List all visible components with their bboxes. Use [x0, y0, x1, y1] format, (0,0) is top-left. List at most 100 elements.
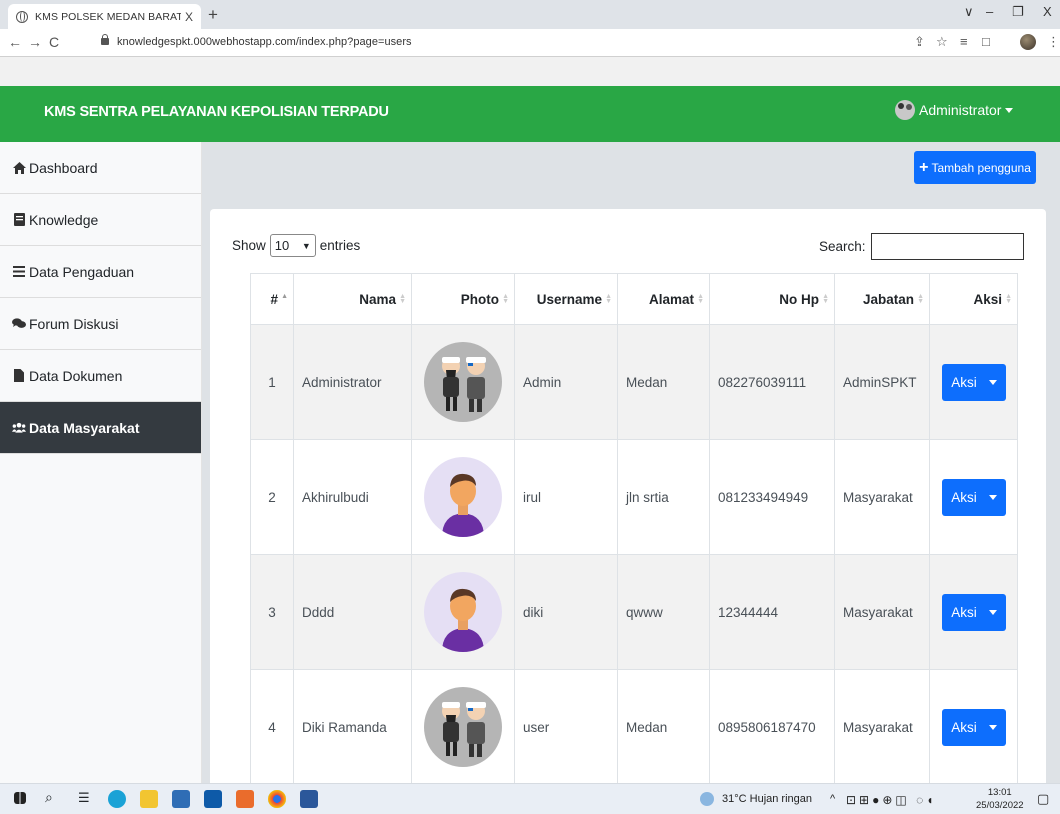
- sort-icon: ▲ ▼: [399, 293, 406, 305]
- show-label: Show: [232, 238, 266, 253]
- police-avatar-photo: [424, 342, 502, 422]
- sidebar-item-data-masyarakat[interactable]: Data Masyarakat: [0, 402, 201, 454]
- brand-title[interactable]: KMS SENTRA PELAYANAN KEPOLISIAN TERPADU: [44, 104, 389, 120]
- mail-icon[interactable]: [204, 790, 222, 808]
- tray-icons[interactable]: ⊡⊞●⊕◫ ◌◖: [846, 793, 936, 807]
- cell-nohp: 12344444: [709, 554, 835, 670]
- task-view-icon[interactable]: ☰: [78, 790, 96, 808]
- sidebar-item-label: Data Pengaduan: [29, 263, 135, 280]
- table-header-row: # ▲ Nama ▲ ▼ Photo ▲ ▼ Username ▲ ▼ Alamat ▲ ▼ No…: [250, 273, 1018, 325]
- cell-alamat: Medan: [617, 669, 710, 783]
- sort-icon: ▲ ▼: [605, 293, 612, 305]
- cell-jabatan: Masyarakat: [834, 439, 930, 555]
- user-menu[interactable]: Administrator: [895, 100, 1014, 120]
- person-avatar-photo: [424, 572, 502, 652]
- col-header-nama[interactable]: Nama ▲ ▼: [293, 273, 412, 325]
- cell-aksi: Aksi: [929, 439, 1018, 555]
- profile-avatar-icon[interactable]: [1020, 34, 1036, 50]
- search-input[interactable]: [870, 233, 1024, 260]
- aksi-dropdown-button[interactable]: Aksi: [942, 708, 1006, 746]
- bars-icon: [12, 266, 26, 277]
- col-header-photo[interactable]: Photo ▲ ▼: [411, 273, 515, 325]
- sidebar-item-label: Knowledge: [29, 211, 99, 228]
- clock-time: 13:01: [987, 787, 1012, 798]
- cell-aksi: Aksi: [929, 324, 1018, 440]
- search-icon[interactable]: ⌕: [45, 789, 63, 807]
- aksi-dropdown-button[interactable]: Aksi: [942, 363, 1006, 401]
- minimize-button[interactable]: –: [986, 4, 993, 19]
- cell-photo: [411, 669, 515, 783]
- caret-down-icon: [988, 609, 997, 615]
- add-user-button[interactable]: + Tambah pengguna: [914, 151, 1036, 184]
- entries-select[interactable]: 10 ▼: [269, 234, 316, 257]
- users-card: Show 10 ▼ entries Search: # ▲ Nama ▲ ▼ Phot…: [210, 209, 1046, 783]
- sort-icon: ▲ ▼: [697, 293, 704, 305]
- table-row: 3 Dddd diki qwww 12344444 Masyarakat Aks…: [250, 554, 1018, 670]
- clock[interactable]: 13:01 25/03/2022: [976, 786, 1024, 812]
- sidebar-item-dashboard[interactable]: Dashboard: [0, 142, 201, 194]
- cell-nohp: 082276039111: [709, 324, 835, 440]
- cell-alamat: jln srtia: [617, 439, 710, 555]
- col-header-nohp[interactable]: No Hp ▲ ▼: [709, 273, 835, 325]
- sort-icon: ▲ ▼: [1005, 293, 1012, 305]
- tab-search-icon[interactable]: ∨: [964, 4, 974, 20]
- bookmark-star-icon[interactable]: ☆: [936, 34, 948, 50]
- col-header-aksi[interactable]: Aksi ▲ ▼: [929, 273, 1018, 325]
- file-explorer-icon[interactable]: [140, 790, 158, 808]
- cell-username: Admin: [514, 324, 618, 440]
- browser-tab[interactable]: KMS POLSEK MEDAN BARAT X: [8, 4, 201, 29]
- back-icon[interactable]: ←: [8, 34, 22, 50]
- cell-aksi: Aksi: [929, 554, 1018, 670]
- browser-menu-icon[interactable]: ⋮: [1047, 34, 1060, 50]
- tray-chevron-up-icon[interactable]: ^: [830, 793, 835, 805]
- users-table: # ▲ Nama ▲ ▼ Photo ▲ ▼ Username ▲ ▼ Alamat ▲ ▼ No…: [250, 273, 1018, 783]
- user-name: Administrator: [919, 102, 1002, 118]
- word-icon[interactable]: [300, 790, 318, 808]
- aksi-dropdown-button[interactable]: Aksi: [942, 478, 1006, 516]
- clock-date: 25/03/2022: [976, 800, 1024, 811]
- share-icon[interactable]: ⇪: [914, 34, 925, 50]
- sidebar-item-knowledge[interactable]: Knowledge: [0, 194, 201, 246]
- cell-alamat: Medan: [617, 324, 710, 440]
- store-icon[interactable]: [172, 790, 190, 808]
- forward-icon[interactable]: →: [28, 34, 42, 50]
- url-field[interactable]: knowledgespkt.000webhostapp.com/index.ph…: [117, 36, 412, 48]
- add-user-label: Tambah pengguna: [931, 160, 1031, 175]
- table-row: 2 Akhirulbudi irul jln srtia 08123349494…: [250, 439, 1018, 555]
- close-window-button[interactable]: X: [1043, 4, 1052, 19]
- table-row: 1 Administrator Admin Medan 082276039111…: [250, 324, 1018, 440]
- person-avatar-photo: [424, 457, 502, 537]
- book-icon: [12, 213, 26, 226]
- aksi-dropdown-button[interactable]: Aksi: [942, 593, 1006, 631]
- col-header-jabatan[interactable]: Jabatan ▲ ▼: [834, 273, 930, 325]
- weather-icon: [700, 792, 714, 806]
- cell-nama: Diki Ramanda: [293, 669, 412, 783]
- tab-close-icon[interactable]: X: [185, 10, 193, 24]
- new-tab-button[interactable]: +: [208, 5, 218, 25]
- chrome-icon[interactable]: [268, 790, 286, 808]
- col-header-username[interactable]: Username ▲ ▼: [514, 273, 618, 325]
- caret-down-icon: [988, 494, 997, 500]
- sidebar-item-data-dokumen[interactable]: Data Dokumen: [0, 350, 201, 402]
- caret-down-icon: [1005, 107, 1014, 113]
- windows-start-icon[interactable]: [14, 792, 26, 804]
- notification-icon[interactable]: ▢: [1037, 791, 1049, 807]
- side-panel-icon[interactable]: □: [982, 34, 990, 49]
- sidebar-item-forum-diskusi[interactable]: Forum Diskusi: [0, 298, 201, 350]
- cell-photo: [411, 439, 515, 555]
- xampp-icon[interactable]: [236, 790, 254, 808]
- col-header-alamat[interactable]: Alamat ▲ ▼: [617, 273, 710, 325]
- edge-browser-icon[interactable]: [108, 790, 126, 808]
- sidebar-item-data-pengaduan[interactable]: Data Pengaduan: [0, 246, 201, 298]
- reading-list-icon[interactable]: ≡: [960, 34, 968, 49]
- col-header-number[interactable]: # ▲: [250, 273, 294, 325]
- cell-photo: [411, 324, 515, 440]
- sort-asc-icon: ▲: [281, 293, 288, 300]
- maximize-button[interactable]: ❐: [1012, 4, 1024, 20]
- cell-number: 1: [250, 324, 294, 440]
- users-icon: [12, 422, 26, 433]
- reload-icon[interactable]: C: [49, 34, 59, 50]
- weather-text[interactable]: 31°C Hujan ringan: [722, 793, 812, 805]
- cell-username: user: [514, 669, 618, 783]
- sidebar-item-label: Forum Diskusi: [29, 315, 119, 332]
